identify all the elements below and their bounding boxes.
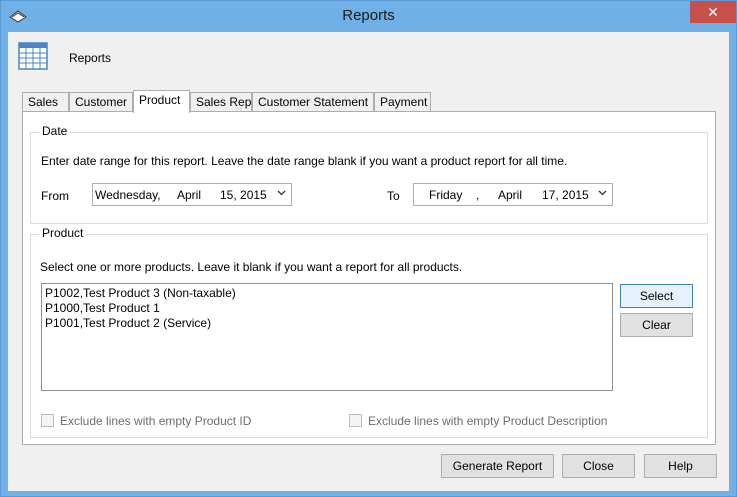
select-button[interactable]: Select <box>620 284 693 308</box>
close-button[interactable]: Close <box>562 454 635 478</box>
dialog-client: Reports Sales Customer Product Sales Rep… <box>8 32 729 491</box>
product-listbox[interactable]: P1002,Test Product 3 (Non-taxable) P1000… <box>41 283 613 391</box>
reports-window: Reports ✕ Reports Sales Customer Product… <box>0 0 737 497</box>
from-day-year[interactable]: 15, 2015 <box>220 188 267 202</box>
date-group-label: Date <box>39 124 71 138</box>
to-month[interactable]: April <box>498 188 522 202</box>
exclude-empty-desc-checkbox[interactable] <box>349 414 362 427</box>
date-instructions: Enter date range for this report. Leave … <box>41 154 568 168</box>
product-instructions: Select one or more products. Leave it bl… <box>40 260 463 274</box>
header-band: Reports <box>8 32 729 86</box>
exclude-empty-desc-label: Exclude lines with empty Product Descrip… <box>368 414 608 428</box>
tab-customer-statement[interactable]: Customer Statement <box>252 92 374 112</box>
from-weekday[interactable]: Wednesday, <box>95 188 161 202</box>
list-item[interactable]: P1001,Test Product 2 (Service) <box>45 316 609 331</box>
chevron-down-icon[interactable] <box>598 188 607 200</box>
from-month[interactable]: April <box>177 188 201 202</box>
clear-button[interactable]: Clear <box>620 313 693 337</box>
chevron-down-icon[interactable] <box>277 188 286 200</box>
from-label: From <box>41 189 69 203</box>
tab-payment[interactable]: Payment <box>374 92 431 112</box>
to-label: To <box>387 189 400 203</box>
tab-customer[interactable]: Customer <box>69 92 133 112</box>
tab-sales-rep[interactable]: Sales Rep. <box>190 92 255 112</box>
product-group-label: Product <box>39 226 87 240</box>
window-title: Reports <box>342 7 395 24</box>
generate-report-button[interactable]: Generate Report <box>441 454 554 478</box>
help-button[interactable]: Help <box>644 454 717 478</box>
exclude-empty-id-label: Exclude lines with empty Product ID <box>60 414 252 428</box>
list-item[interactable]: P1002,Test Product 3 (Non-taxable) <box>45 286 609 301</box>
tab-product[interactable]: Product <box>133 90 190 113</box>
header-title: Reports <box>69 51 112 65</box>
title-bar[interactable]: Reports ✕ <box>1 1 736 32</box>
list-item[interactable]: P1000,Test Product 1 <box>45 301 609 316</box>
exclude-empty-id-row[interactable]: Exclude lines with empty Product ID <box>41 414 251 428</box>
close-window-icon[interactable]: ✕ <box>690 1 736 23</box>
report-grid-icon <box>18 41 48 71</box>
to-weekday[interactable]: Friday <box>429 188 462 202</box>
date-groupbox: Date Enter date range for this report. L… <box>30 124 708 224</box>
from-date-picker[interactable]: Wednesday, April 15, 2015 <box>92 183 292 206</box>
exclude-empty-id-checkbox[interactable] <box>41 414 54 427</box>
to-separator: , <box>476 188 480 202</box>
tab-sales[interactable]: Sales <box>22 92 69 112</box>
product-tab-panel: Date Enter date range for this report. L… <box>22 111 716 445</box>
to-date-picker[interactable]: Friday , April 17, 2015 <box>413 183 613 206</box>
to-day-year[interactable]: 17, 2015 <box>542 188 589 202</box>
exclude-empty-desc-row[interactable]: Exclude lines with empty Product Descrip… <box>349 414 607 428</box>
